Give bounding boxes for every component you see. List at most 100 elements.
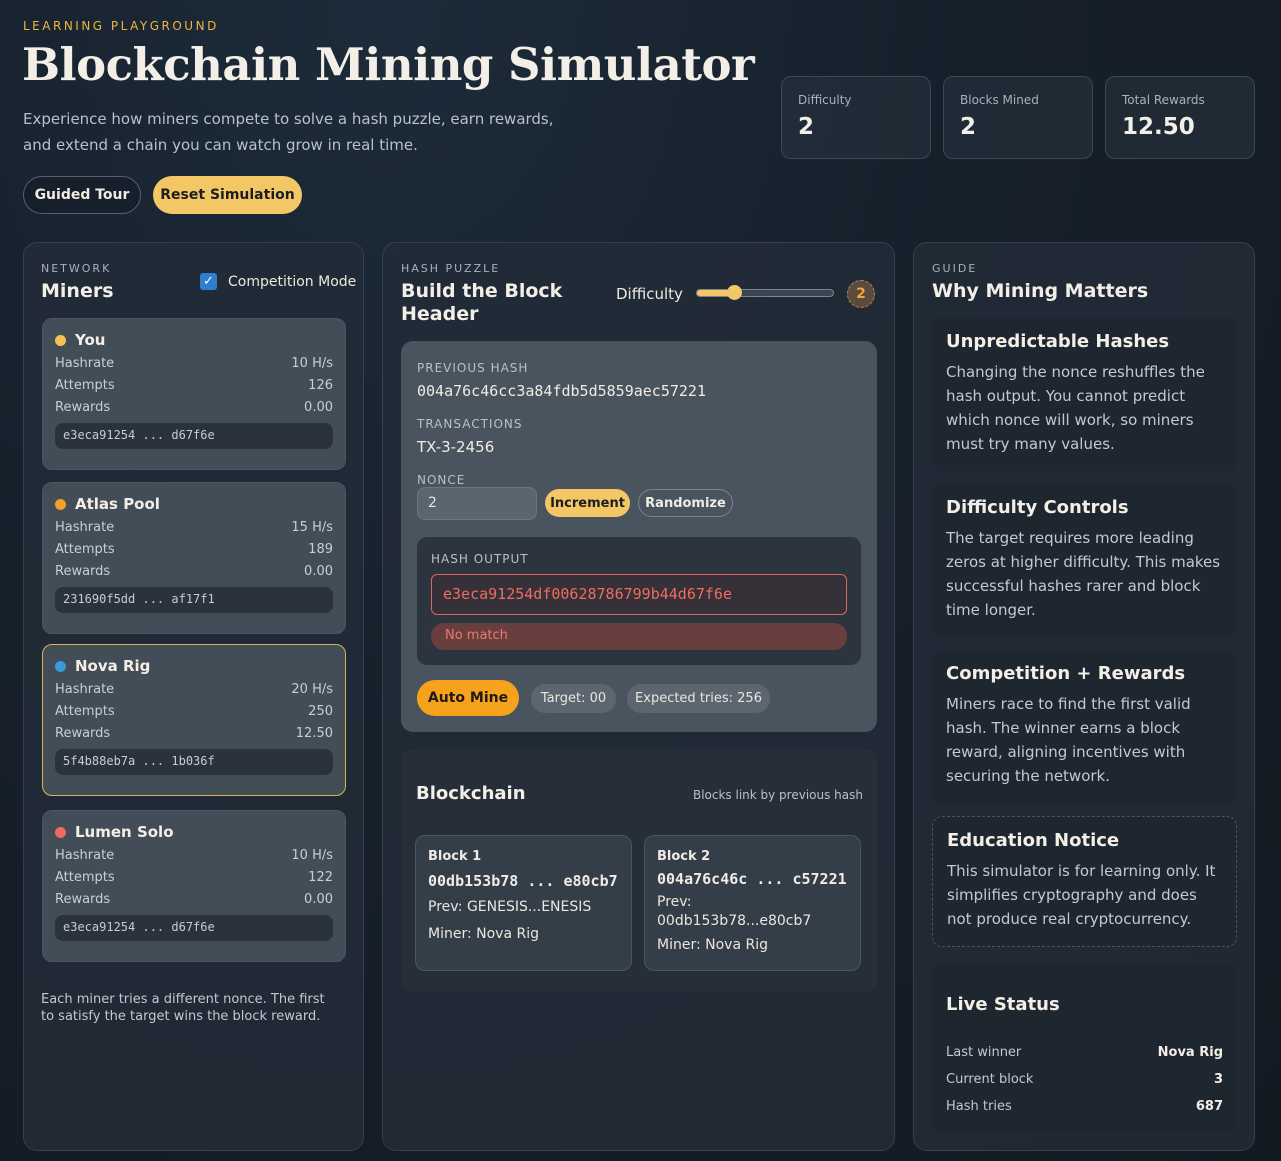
rewards-value: 12.50 xyxy=(295,726,333,741)
row-label: Hashrate xyxy=(55,848,115,863)
rewards-value: 0.00 xyxy=(304,564,333,579)
card-text: Miners race to find the first valid hash… xyxy=(946,695,1191,785)
guided-tour-button[interactable]: Guided Tour xyxy=(23,176,141,214)
row-label: Rewards xyxy=(55,726,111,741)
attempts-value: 189 xyxy=(308,542,333,557)
status-dot-icon xyxy=(55,334,66,346)
hashrate-value: 20 H/s xyxy=(291,682,333,697)
row-label: Attempts xyxy=(55,542,115,557)
difficulty-slider[interactable] xyxy=(696,285,834,300)
panel-kicker: GUIDE xyxy=(932,262,978,275)
eyebrow: LEARNING PLAYGROUND xyxy=(23,19,219,33)
hash-output-value: e3eca91254df00628786799b44d67f6e xyxy=(431,574,847,615)
block-title: Block 1 xyxy=(428,849,482,864)
status-dot-icon xyxy=(55,826,66,838)
card-title: Difficulty Controls xyxy=(946,497,1129,518)
block-prev: Prev: GENESIS...ENESIS xyxy=(428,899,592,915)
live-row-hash-tries: Hash tries 687 xyxy=(946,1099,1223,1114)
row-label: Attempts xyxy=(55,378,115,393)
miners-panel: NETWORK Miners ✓ Competition Mode You Ha… xyxy=(23,242,364,1151)
block-card-1: Block 1 00db153b78 ... e80cb7 Prev: GENE… xyxy=(415,835,632,971)
stat-label: Blocks Mined xyxy=(960,93,1039,107)
hashrate-value: 10 H/s xyxy=(291,848,333,863)
competition-mode-toggle[interactable]: ✓ Competition Mode xyxy=(200,273,356,290)
miner-hash: e3eca91254 ... d67f6e xyxy=(55,423,333,449)
hash-output-label: HASH OUTPUT xyxy=(431,552,529,566)
guide-card-unpredictable-hashes: Unpredictable Hashes Changing the nonce … xyxy=(932,318,1237,471)
panel-title: Miners xyxy=(41,280,114,302)
expected-tries-tag: Expected tries: 256 xyxy=(627,684,770,713)
panel-title: Why Mining Matters xyxy=(932,280,1149,302)
increment-button[interactable]: Increment xyxy=(545,489,630,517)
live-status-card: Live Status Last winner Nova Rig Current … xyxy=(932,964,1237,1132)
block-hash: 00db153b78 ... e80cb7 xyxy=(428,872,618,890)
attempts-value: 250 xyxy=(308,704,333,719)
rewards-value: 0.00 xyxy=(304,892,333,907)
previous-hash-value: 004a76c46cc3a84fdb5d5859aec57221 xyxy=(417,382,706,400)
live-row-last-winner: Last winner Nova Rig xyxy=(946,1045,1223,1060)
difficulty-badge: 2 xyxy=(847,280,875,308)
guide-card-competition-rewards: Competition + Rewards Miners race to fin… xyxy=(932,650,1237,803)
card-text: The target requires more leading zeros a… xyxy=(946,529,1221,619)
block-title: Block 2 xyxy=(657,849,711,864)
slider-handle[interactable] xyxy=(727,285,742,300)
guide-panel: GUIDE Why Mining Matters Unpredictable H… xyxy=(913,242,1255,1151)
stat-label: Difficulty xyxy=(798,93,852,107)
row-label: Rewards xyxy=(55,892,111,907)
row-label: Attempts xyxy=(55,870,115,885)
blockchain-note: Blocks link by previous hash xyxy=(692,788,863,802)
blockchain-title: Blockchain xyxy=(416,783,526,804)
block-card-2: Block 2 004a76c46c ... c57221 Prev: 00db… xyxy=(644,835,861,971)
panel-kicker: NETWORK xyxy=(41,262,112,275)
nonce-input[interactable]: 2 xyxy=(417,487,537,520)
nonce-label: NONCE xyxy=(417,473,466,487)
row-label: Hashrate xyxy=(55,356,115,371)
miner-card-nova-rig: Nova Rig Hashrate 20 H/s Attempts 250 Rewa… xyxy=(42,644,346,796)
checkbox-icon[interactable]: ✓ xyxy=(200,273,217,290)
auto-mine-button[interactable]: Auto Mine xyxy=(417,680,519,716)
randomize-button[interactable]: Randomize xyxy=(638,489,733,517)
blockchain-box: Blockchain Blocks link by previous hash … xyxy=(401,749,877,992)
card-title: Education Notice xyxy=(947,830,1120,851)
block-miner: Miner: Nova Rig xyxy=(657,937,768,953)
rewards-value: 0.00 xyxy=(304,400,333,415)
miners-footnote: Each miner tries a different nonce. The … xyxy=(41,992,325,1024)
miner-name: Atlas Pool xyxy=(75,495,160,513)
stat-blocks-mined: Blocks Mined 2 xyxy=(943,76,1093,159)
block-header-box: PREVIOUS HASH 004a76c46cc3a84fdb5d5859ae… xyxy=(401,341,877,732)
miner-name: Nova Rig xyxy=(75,657,151,675)
guide-card-education-notice: Education Notice This simulator is for l… xyxy=(932,816,1237,947)
miner-hash: 5f4b88eb7a ... 1b036f xyxy=(55,749,333,775)
hashrate-value: 15 H/s xyxy=(291,520,333,535)
row-label: Attempts xyxy=(55,704,115,719)
card-text: Changing the nonce reshuffles the hash o… xyxy=(946,363,1205,453)
stat-value: 2 xyxy=(798,114,815,140)
card-text: This simulator is for learning only. It … xyxy=(947,862,1216,928)
live-status-title: Live Status xyxy=(946,994,1060,1015)
hash-output-box: HASH OUTPUT e3eca91254df00628786799b44d6… xyxy=(417,537,861,665)
reset-simulation-button[interactable]: Reset Simulation xyxy=(153,176,302,214)
stat-total-rewards: Total Rewards 12.50 xyxy=(1105,76,1255,159)
live-value: 687 xyxy=(1195,1099,1223,1114)
stat-difficulty: Difficulty 2 xyxy=(781,76,931,159)
row-label: Hashrate xyxy=(55,682,115,697)
card-title: Competition + Rewards xyxy=(946,663,1186,684)
live-label: Current block xyxy=(946,1072,1034,1087)
competition-mode-label: Competition Mode xyxy=(228,273,357,290)
attempts-value: 126 xyxy=(308,378,333,393)
status-dot-icon xyxy=(55,498,66,510)
attempts-value: 122 xyxy=(308,870,333,885)
guide-card-difficulty-controls: Difficulty Controls The target requires … xyxy=(932,484,1237,637)
miner-card-atlas-pool: Atlas Pool Hashrate 15 H/s Attempts 189 Re… xyxy=(42,482,346,634)
card-title: Unpredictable Hashes xyxy=(946,331,1170,352)
panel-kicker: HASH PUZZLE xyxy=(401,262,501,275)
hashrate-value: 10 H/s xyxy=(291,356,333,371)
miner-name: You xyxy=(75,331,106,349)
live-value: Nova Rig xyxy=(1157,1045,1223,1060)
miner-card-lumen-solo: Lumen Solo Hashrate 10 H/s Attempts 122 Re… xyxy=(42,810,346,962)
stat-value: 12.50 xyxy=(1122,114,1195,140)
page-title: Blockchain Mining Simulator xyxy=(22,38,755,91)
block-prev: Prev: 00db153b78...e80cb7 xyxy=(657,894,812,929)
block-miner: Miner: Nova Rig xyxy=(428,926,539,942)
stat-value: 2 xyxy=(960,114,977,140)
